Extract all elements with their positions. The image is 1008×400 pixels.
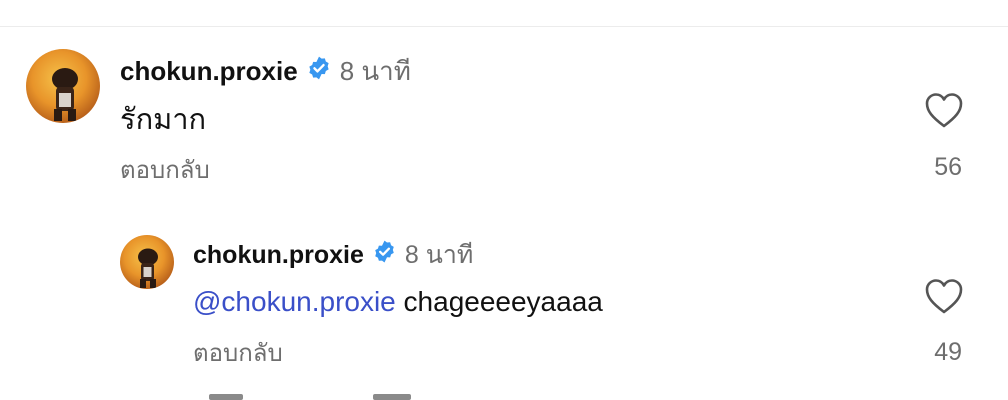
avatar-figure bbox=[138, 248, 158, 288]
avatar[interactable] bbox=[120, 235, 174, 289]
mention-link[interactable]: @chokun.proxie bbox=[193, 286, 396, 317]
like-button[interactable] bbox=[924, 278, 964, 316]
heart-outline-icon bbox=[925, 93, 963, 128]
like-button[interactable] bbox=[924, 92, 964, 130]
comment-text-content: chageeeeyaaaa bbox=[395, 286, 603, 317]
avatar[interactable] bbox=[26, 49, 100, 123]
top-divider bbox=[0, 26, 1008, 27]
comment-header: chokun.proxie 8 นาที bbox=[120, 54, 411, 88]
timestamp: 8 นาที bbox=[404, 241, 474, 269]
comment-header: chokun.proxie 8 นาที bbox=[193, 239, 473, 271]
avatar-figure bbox=[52, 68, 78, 121]
comment-text: @chokun.proxie chageeeeyaaaa bbox=[193, 283, 603, 321]
reply-button[interactable]: ตอบกลับ bbox=[193, 338, 283, 370]
like-count: 49 bbox=[934, 338, 962, 366]
like-count: 56 bbox=[934, 153, 962, 181]
heart-outline-icon bbox=[925, 279, 963, 314]
verified-badge-icon bbox=[372, 239, 397, 271]
username[interactable]: chokun.proxie bbox=[120, 56, 298, 87]
comment-text: รักมาก bbox=[120, 104, 207, 136]
next-item-partial bbox=[209, 394, 411, 400]
timestamp: 8 นาที bbox=[339, 55, 411, 86]
verified-badge-icon bbox=[306, 55, 332, 88]
reply-button[interactable]: ตอบกลับ bbox=[120, 154, 210, 188]
username[interactable]: chokun.proxie bbox=[193, 241, 364, 270]
